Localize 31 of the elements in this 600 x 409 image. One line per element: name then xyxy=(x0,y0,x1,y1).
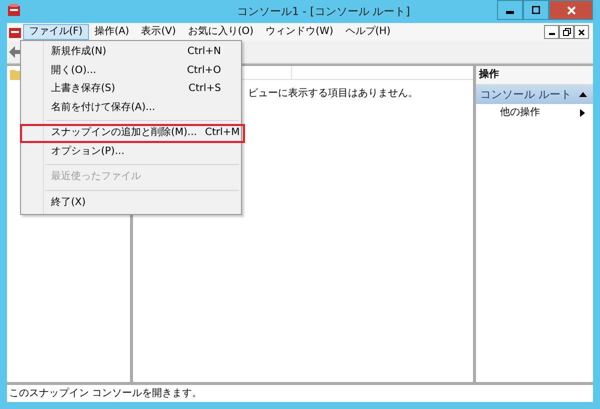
minimize-button[interactable] xyxy=(497,0,523,20)
status-text: このスナップイン コンソールを開きます。 xyxy=(9,388,202,400)
close-button[interactable] xyxy=(574,25,589,39)
restore-icon xyxy=(562,28,570,36)
close-icon xyxy=(566,6,576,14)
maximize-button[interactable] xyxy=(523,0,549,20)
menu-item[interactable]: ヘルプ(H) xyxy=(339,24,397,40)
app-icon xyxy=(7,3,21,17)
section-header[interactable]: コンソール ルート xyxy=(476,85,593,104)
menu-option[interactable]: 新規作成(N) Ctrl+N xyxy=(23,43,239,62)
maximize-icon xyxy=(532,6,540,14)
menu-item[interactable]: ウィンドウ(W) xyxy=(260,24,340,40)
menu-option[interactable]: 開く(O)... Ctrl+O xyxy=(23,62,239,80)
menu-option[interactable]: 上書き保存(S) Ctrl+S xyxy=(23,80,239,98)
action-link[interactable]: 他の操作 xyxy=(500,107,540,120)
window-title: コンソール1 - [コンソール ルート] xyxy=(237,4,410,18)
pane-header: 操作 xyxy=(476,66,593,85)
restore-button[interactable] xyxy=(559,25,574,39)
minimize-button[interactable] xyxy=(544,25,559,39)
menu-option[interactable]: 終了(X) xyxy=(23,194,239,212)
close-icon xyxy=(578,28,585,36)
collapse-icon[interactable] xyxy=(579,92,587,98)
menu-option[interactable]: オプション(P)... xyxy=(23,142,239,161)
menu-option[interactable]: スナップインの追加と削除(M)... Ctrl+M xyxy=(20,124,245,142)
menu-item[interactable]: ファイル(F) xyxy=(23,24,89,40)
menu-option[interactable]: 名前を付けて保存(A)... xyxy=(23,98,239,117)
menu-item[interactable]: お気に入り(O) xyxy=(182,24,260,40)
menu-item[interactable]: 操作(A) xyxy=(88,24,136,40)
empty-message: ビューに表示する項目はありません。 xyxy=(248,88,418,100)
submenu-arrow-icon xyxy=(580,109,585,118)
menu-item[interactable]: 表示(V) xyxy=(135,24,182,40)
